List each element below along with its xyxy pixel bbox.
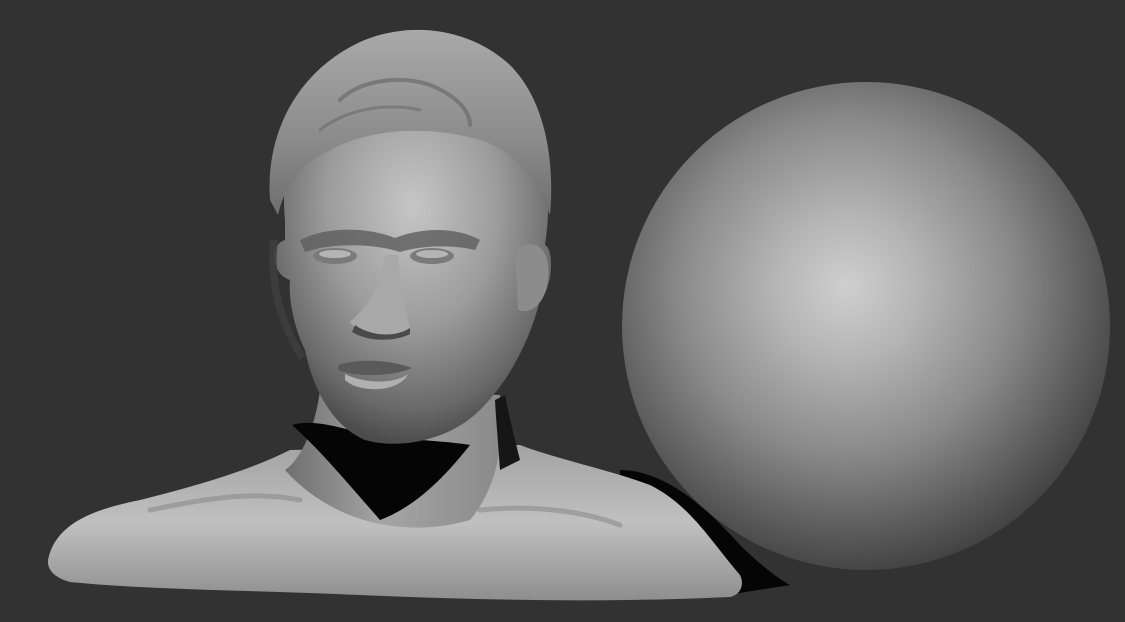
ear-right xyxy=(515,244,549,312)
eye-right-lid xyxy=(416,250,448,258)
sphere-body xyxy=(622,82,1110,570)
scene-svg xyxy=(47,29,1110,601)
render-viewport xyxy=(0,0,1125,622)
eye-left-lid xyxy=(319,250,351,258)
